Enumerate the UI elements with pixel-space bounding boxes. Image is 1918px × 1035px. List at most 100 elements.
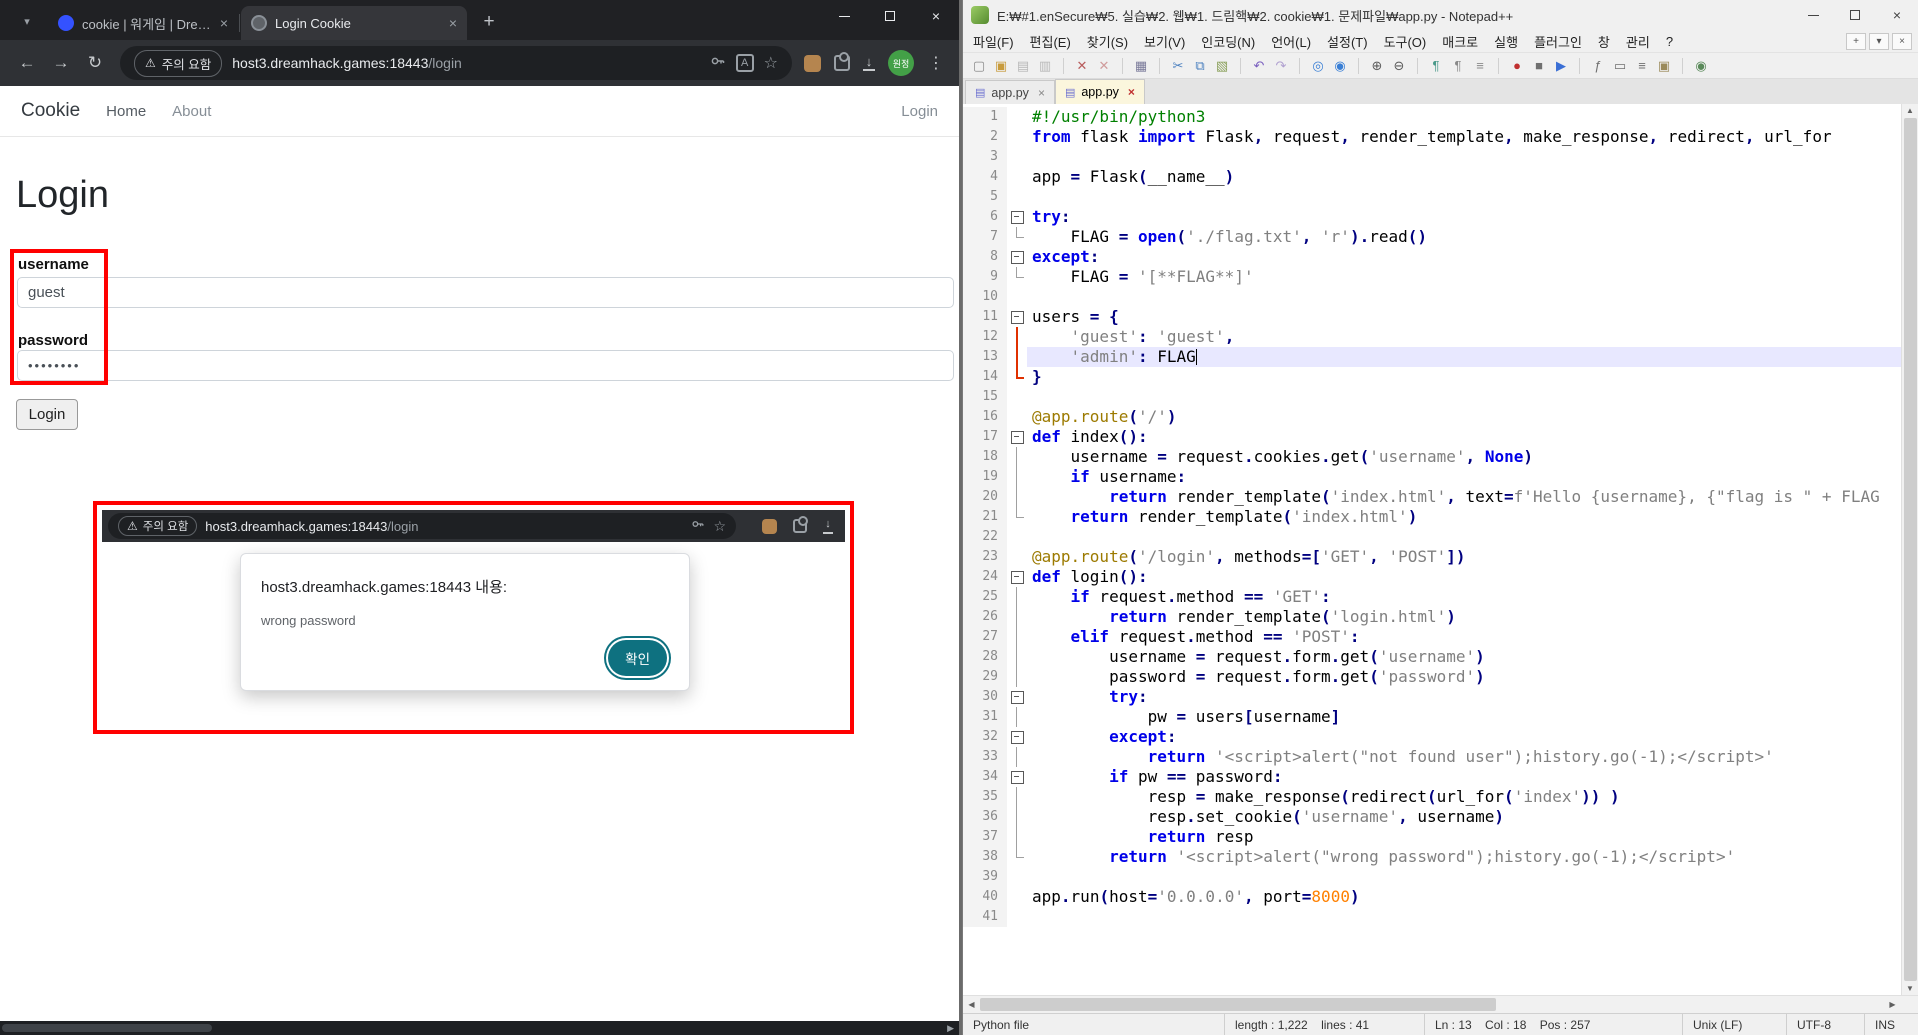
maximize-button[interactable] [1834, 0, 1876, 30]
function-list-icon[interactable]: ƒ [1588, 56, 1608, 76]
start-recording-icon[interactable]: ● [1507, 56, 1527, 76]
zoom-in-icon[interactable]: ⊕ [1367, 56, 1387, 76]
editor-tab-active[interactable]: ▤ app.py × [1054, 79, 1145, 104]
close-tab-icon[interactable]: × [1128, 85, 1135, 99]
find-icon[interactable]: ◎ [1308, 56, 1328, 76]
tab-search-icon[interactable]: ▾ [6, 4, 48, 38]
menu-item[interactable]: 실행 [1486, 32, 1526, 51]
plus-icon[interactable]: + [1846, 32, 1866, 50]
reload-icon[interactable]: ↻ [78, 46, 112, 80]
fold-toggle-icon[interactable] [1007, 247, 1027, 267]
translate-icon[interactable]: A [735, 54, 754, 72]
close-icon[interactable]: × [1892, 32, 1912, 50]
browser-horizontal-scrollbar[interactable]: ▶ [0, 1021, 959, 1035]
maximize-button[interactable] [867, 0, 913, 32]
nav-home-link[interactable]: Home [106, 103, 146, 120]
menu-item[interactable]: 찾기(S) [1079, 32, 1136, 51]
menu-item[interactable]: 언어(L) [1263, 32, 1319, 51]
show-all-characters-icon[interactable]: ¶ [1448, 56, 1468, 76]
indent-guide-icon[interactable]: ≡ [1470, 56, 1490, 76]
word-wrap-icon[interactable]: ¶ [1426, 56, 1446, 76]
fold-toggle-icon[interactable] [1007, 207, 1027, 227]
playback-macro-icon[interactable]: ▶ [1551, 56, 1571, 76]
fold-toggle-icon[interactable] [1007, 727, 1027, 747]
omnibox[interactable]: ⚠ 주의 요함 host3.dreamhack.games:18443/logi… [120, 46, 792, 80]
back-icon[interactable]: ← [10, 46, 44, 80]
menu-item[interactable]: 도구(O) [1376, 32, 1435, 51]
extensions-puzzle-icon[interactable] [834, 52, 850, 71]
scrollbar-thumb[interactable] [1903, 118, 1917, 981]
editor-tab[interactable]: ▤ app.py × [965, 80, 1055, 104]
replace-icon[interactable]: ◉ [1330, 56, 1350, 76]
save-all-icon[interactable]: ▥ [1035, 56, 1055, 76]
stop-recording-icon[interactable]: ■ [1529, 56, 1549, 76]
close-button[interactable]: × [1876, 0, 1918, 30]
profile-avatar[interactable]: 원정 [888, 50, 914, 76]
scroll-left-arrow[interactable]: ◀ [963, 1000, 980, 1009]
menu-item[interactable]: 창 [1590, 32, 1618, 51]
redo-icon[interactable]: ↷ [1271, 56, 1291, 76]
menu-item[interactable]: 보기(V) [1136, 32, 1193, 51]
site-brand[interactable]: Cookie [21, 100, 80, 122]
undo-icon[interactable]: ↶ [1249, 56, 1269, 76]
monitoring-icon[interactable]: ◉ [1691, 56, 1711, 76]
menu-item[interactable]: 인코딩(N) [1193, 32, 1263, 51]
site-warning-chip[interactable]: ⚠ 주의 요함 [134, 49, 223, 77]
new-file-icon[interactable]: ▢ [969, 56, 989, 76]
scrollbar-thumb[interactable] [980, 998, 1496, 1011]
downloads-icon[interactable]: ↓ [863, 55, 875, 71]
print-icon[interactable]: ▦ [1131, 56, 1151, 76]
menu-item[interactable]: 편집(E) [1022, 32, 1079, 51]
folder-as-workspace-icon[interactable]: ▣ [1654, 56, 1674, 76]
horizontal-scrollbar[interactable]: ◀ ▶ [963, 995, 1918, 1013]
fold-toggle-icon[interactable] [1007, 767, 1027, 787]
close-icon[interactable]: ✕ [1072, 56, 1092, 76]
login-submit-button[interactable]: Login [16, 399, 78, 430]
menu-item[interactable]: 관리 [1618, 32, 1658, 51]
nav-login-link[interactable]: Login [901, 103, 938, 120]
password-input[interactable] [17, 350, 954, 381]
password-key-icon[interactable] [710, 53, 726, 74]
fold-toggle-icon[interactable] [1007, 427, 1027, 447]
menu-item[interactable]: 플러그인 [1526, 32, 1590, 51]
scroll-down-arrow[interactable]: ▼ [1906, 984, 1914, 993]
zoom-out-icon[interactable]: ⊖ [1389, 56, 1409, 76]
tab-close-icon[interactable]: × [449, 15, 457, 31]
minimize-button[interactable] [821, 0, 867, 32]
close-all-icon[interactable]: ✕ [1094, 56, 1114, 76]
document-map-icon[interactable]: ▭ [1610, 56, 1630, 76]
fold-toggle-icon[interactable] [1007, 307, 1027, 327]
scroll-up-arrow[interactable]: ▲ [1906, 106, 1914, 115]
scroll-right-arrow[interactable]: ▶ [947, 1021, 954, 1035]
menu-item[interactable]: 파일(F) [965, 32, 1022, 51]
menu-kebab-icon[interactable]: ⋮ [927, 53, 945, 73]
browser-tab[interactable]: cookie | 워게임 | Dreamhack | × [48, 6, 238, 40]
menu-item[interactable]: 매크로 [1434, 32, 1486, 51]
browser-tab-active[interactable]: Login Cookie × [241, 6, 467, 40]
new-tab-button[interactable]: + [475, 8, 503, 36]
username-input[interactable] [17, 277, 954, 308]
cut-icon[interactable]: ✂ [1168, 56, 1188, 76]
bookmark-star-icon[interactable]: ☆ [764, 53, 778, 73]
close-tab-icon[interactable]: × [1038, 86, 1045, 100]
fold-toggle-icon[interactable] [1007, 687, 1027, 707]
vertical-scrollbar[interactable]: ▲ ▼ [1901, 104, 1918, 995]
editor[interactable]: 1 #!/usr/bin/python3 2 from flask import Fl… [963, 104, 1901, 995]
menu-item[interactable]: ? [1658, 34, 1681, 49]
paste-icon[interactable]: ▧ [1212, 56, 1232, 76]
side-panel-icon[interactable] [804, 54, 821, 72]
scrollbar-thumb[interactable] [2, 1024, 212, 1032]
chevron-down-icon[interactable]: ▾ [1869, 32, 1889, 50]
document-list-icon[interactable]: ≡ [1632, 56, 1652, 76]
open-file-icon[interactable]: ▣ [991, 56, 1011, 76]
scroll-right-arrow[interactable]: ▶ [1884, 1000, 1901, 1009]
nav-about-link[interactable]: About [172, 103, 211, 120]
tab-close-icon[interactable]: × [220, 15, 228, 31]
forward-icon[interactable]: → [44, 46, 78, 80]
copy-icon[interactable]: ⧉ [1190, 56, 1210, 76]
fold-toggle-icon[interactable] [1007, 567, 1027, 587]
menu-item[interactable]: 설정(T) [1319, 32, 1376, 51]
minimize-button[interactable] [1792, 0, 1834, 30]
save-icon[interactable]: ▤ [1013, 56, 1033, 76]
close-button[interactable]: × [913, 0, 959, 32]
